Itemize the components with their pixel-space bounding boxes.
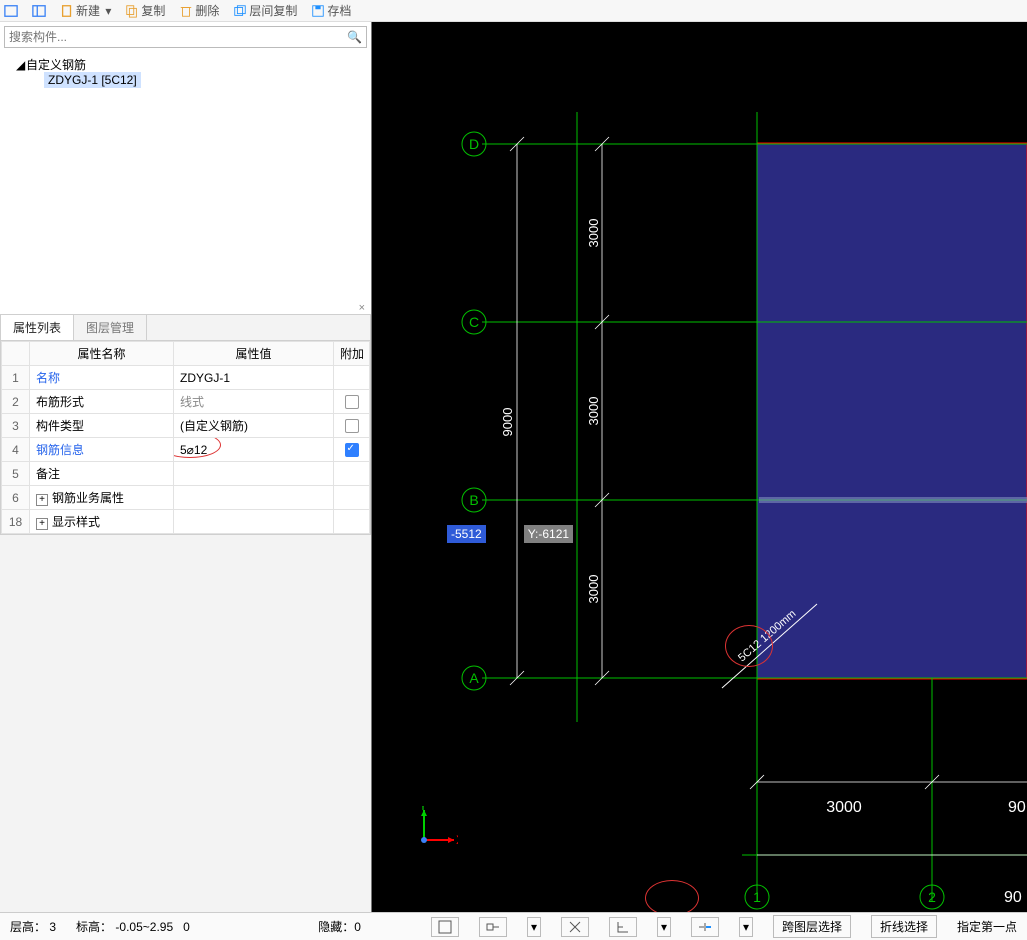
snap-endpoint-icon[interactable] (431, 917, 459, 937)
top-toolbar: 新建 ▾ 复制 删除 层间复制 存档 (0, 0, 1027, 22)
snap-dropdown3-icon[interactable]: ▾ (739, 917, 753, 937)
svg-text:A: A (469, 670, 479, 686)
grid-head-value: 属性值 (174, 342, 334, 366)
tree-item[interactable]: ZDYGJ-1 [5C12] (4, 73, 367, 87)
polyline-select-button[interactable]: 折线选择 (871, 915, 937, 938)
snap-dropdown-icon[interactable]: ▾ (527, 917, 541, 937)
status-floor: 层高： 3 (10, 918, 56, 935)
save-button[interactable]: 存档 (311, 2, 351, 19)
layer-copy-button[interactable]: 层间复制 (233, 2, 297, 19)
svg-text:C: C (469, 314, 479, 330)
svg-text:D: D (469, 136, 479, 152)
copy-button[interactable]: 复制 (125, 2, 165, 19)
svg-text:1: 1 (753, 889, 761, 905)
component-tree[interactable]: ◢自定义钢筋 ZDYGJ-1 [5C12] (0, 52, 371, 302)
delete-button[interactable]: 删除 (179, 2, 219, 19)
svg-text:3000: 3000 (826, 799, 862, 816)
property-tabs: 属性列表 图层管理 (0, 314, 371, 340)
status-hint: 指定第一点 (957, 918, 1017, 935)
chk-row3[interactable] (345, 419, 359, 433)
svg-text:Y: Y (419, 806, 427, 813)
chk-row4[interactable] (345, 443, 359, 457)
coord-x: -5512 (447, 525, 486, 543)
svg-text:X: X (456, 833, 458, 847)
status-bar: 层高： 3 标高： -0.05~2.95 0 隐藏：0 ▾ ▾ ▾ 跨图层选择 … (0, 912, 1027, 940)
property-grid[interactable]: 属性名称属性值附加 1名称ZDYGJ-1 2布筋形式线式 3构件类型(自定义钢筋… (0, 340, 371, 535)
snap-nearest-icon[interactable] (691, 917, 719, 937)
drawing-viewport[interactable]: 9000 3000 3000 3000 3000 90 90 D C B A (372, 22, 1027, 912)
status-elevation: 标高： -0.05~2.95 0 (76, 918, 190, 935)
tab-properties[interactable]: 属性列表 (1, 315, 74, 340)
tab-layers[interactable]: 图层管理 (74, 315, 147, 340)
search-input-wrap: 🔍 (4, 26, 367, 48)
coord-y: Y:-6121 (524, 525, 573, 543)
chk-row2[interactable] (345, 395, 359, 409)
svg-text:3000: 3000 (586, 575, 601, 604)
panel-close-icon[interactable]: × (0, 302, 371, 314)
grid-head-extra: 附加 (334, 342, 370, 366)
status-hidden: 隐藏：0 (318, 918, 361, 935)
snap-midpoint-icon[interactable] (479, 917, 507, 937)
tree-root-node[interactable]: ◢自定义钢筋 (4, 56, 367, 73)
snap-perpendicular-icon[interactable] (609, 917, 637, 937)
svg-text:9000: 9000 (500, 408, 515, 437)
expand-icon[interactable]: + (36, 494, 48, 506)
svg-text:90: 90 (1004, 889, 1022, 906)
new-button[interactable]: 新建 ▾ (60, 2, 111, 19)
svg-text:2: 2 (928, 889, 936, 905)
window-view-icon[interactable] (4, 4, 18, 18)
panel-toggle-icon[interactable] (32, 4, 46, 18)
svg-text:B: B (469, 492, 478, 508)
svg-text:90: 90 (1008, 799, 1026, 816)
snap-intersection-icon[interactable] (561, 917, 589, 937)
snap-dropdown2-icon[interactable]: ▾ (657, 917, 671, 937)
search-input[interactable] (5, 27, 366, 47)
left-panel: 🔍 ◢自定义钢筋 ZDYGJ-1 [5C12] × 属性列表 图层管理 属性名称… (0, 22, 372, 912)
ucs-icon: X Y (412, 806, 458, 852)
expand-icon[interactable]: + (36, 518, 48, 530)
search-icon[interactable]: 🔍 (347, 30, 362, 44)
cross-layer-select-button[interactable]: 跨图层选择 (773, 915, 851, 938)
grid-head-name: 属性名称 (30, 342, 174, 366)
coordinate-readout: -5512 Y:-6121 (447, 525, 573, 543)
svg-text:3000: 3000 (586, 219, 601, 248)
svg-text:3000: 3000 (586, 397, 601, 426)
